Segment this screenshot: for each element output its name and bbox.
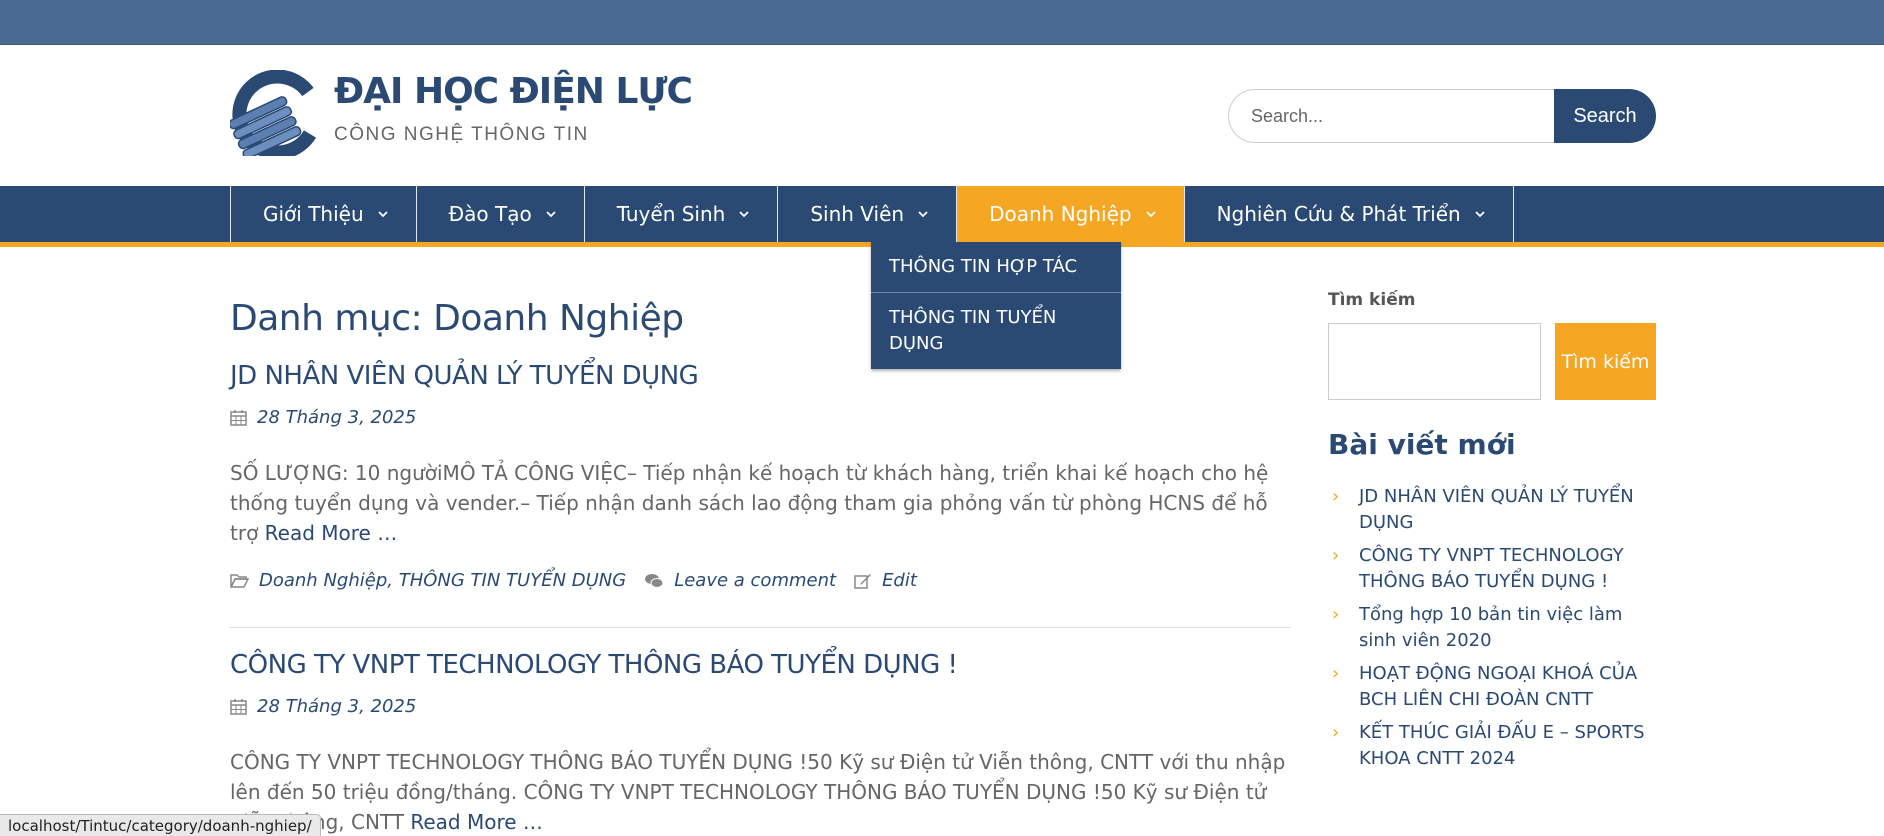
sidebar-search-input[interactable] [1328, 323, 1541, 400]
top-bar [0, 0, 1884, 45]
post-2: CÔNG TY VNPT TECHNOLOGY THÔNG BÁO TUYỂN … [230, 650, 1290, 836]
doanh-nghiep-dropdown: THÔNG TIN HỢP TÁC THÔNG TIN TUYỂN DỤNG [871, 242, 1121, 369]
arrow-right-icon: › [1332, 545, 1340, 566]
sidebar-search-button[interactable]: Tìm kiếm [1555, 323, 1656, 400]
recent-post-label: KẾT THÚC GIẢI ĐẤU E – SPORTS KHOA CNTT 2… [1359, 722, 1645, 769]
read-more-link[interactable]: Read More … [265, 521, 398, 545]
recent-post-item[interactable]: › JD NHÂN VIÊN QUẢN LÝ TUYỂN DỤNG [1328, 484, 1656, 536]
post-title-link[interactable]: JD NHÂN VIÊN QUẢN LÝ TUYỂN DỤNG [230, 361, 1290, 391]
nav-item-doanh-nghiep[interactable]: Doanh Nghiệp [957, 186, 1185, 242]
post-footer-meta: Doanh Nghiệp, THÔNG TIN TUYỂN DỤNG Leave… [230, 570, 1290, 591]
sidebar-search-label: Tìm kiếm [1328, 290, 1416, 310]
site-subtitle: CÔNG NGHỆ THÔNG TIN [334, 124, 589, 145]
recent-posts-list: › JD NHÂN VIÊN QUẢN LÝ TUYỂN DỤNG › CÔNG T… [1328, 484, 1656, 779]
search-input[interactable] [1228, 89, 1558, 143]
recent-post-item[interactable]: › Tổng hợp 10 bản tin việc làm sinh viên … [1328, 602, 1656, 654]
page-title: Danh mục: Doanh Nghiệp [230, 298, 684, 339]
post-date-text[interactable]: 28 Tháng 3, 2025 [257, 407, 416, 428]
post-excerpt-text: CÔNG TY VNPT TECHNOLOGY THÔNG BÁO TUYỂN … [230, 750, 1286, 834]
post-excerpt: CÔNG TY VNPT TECHNOLOGY THÔNG BÁO TUYỂN … [230, 747, 1290, 836]
nav-item-label: Sinh Viên [810, 202, 905, 226]
category-link[interactable]: Doanh Nghiệp [259, 570, 387, 591]
chevron-down-icon [1475, 211, 1485, 218]
folder-icon [230, 573, 249, 588]
search-button[interactable]: Search [1554, 89, 1656, 143]
recent-post-item[interactable]: › CÔNG TY VNPT TECHNOLOGY THÔNG BÁO TUYỂN… [1328, 543, 1656, 595]
chevron-down-icon [546, 211, 556, 218]
post-date: 28 Tháng 3, 2025 [230, 407, 1290, 428]
dropdown-item-tuyen-dung[interactable]: THÔNG TIN TUYỂN DỤNG [871, 293, 1121, 369]
chevron-down-icon [378, 211, 388, 218]
nav-item-gioi-thieu[interactable]: Giới Thiệu [231, 186, 417, 242]
recent-posts-heading: Bài viết mới [1328, 428, 1516, 461]
arrow-right-icon: › [1332, 486, 1340, 507]
header-search: Search [1228, 89, 1656, 143]
site-title[interactable]: ĐẠI HỌC ĐIỆN LỰC [334, 71, 693, 112]
nav-item-dao-tao[interactable]: Đào Tạo [417, 186, 585, 242]
chevron-down-icon [1145, 211, 1156, 218]
nav-item-label: Nghiên Cứu & Phát Triển [1216, 202, 1461, 226]
nav-item-label: Tuyển Sinh [616, 202, 726, 226]
post-title-link[interactable]: CÔNG TY VNPT TECHNOLOGY THÔNG BÁO TUYỂN … [230, 650, 1290, 680]
nav-item-sinh-vien[interactable]: Sinh Viên [778, 186, 958, 242]
comment-link[interactable]: Leave a comment [674, 570, 836, 591]
nav-item-tuyen-sinh[interactable]: Tuyển Sinh [585, 186, 779, 242]
arrow-right-icon: › [1332, 663, 1340, 684]
site-header: ĐẠI HỌC ĐIỆN LỰC CÔNG NGHỆ THÔNG TIN Sea… [0, 45, 1884, 186]
recent-post-label: Tổng hợp 10 bản tin việc làm sinh viên 2… [1359, 604, 1623, 651]
category-link[interactable]: THÔNG TIN TUYỂN DỤNG [399, 570, 627, 591]
edit-link[interactable]: Edit [882, 570, 917, 591]
calendar-icon [230, 699, 247, 715]
comments-icon [645, 573, 664, 588]
read-more-link[interactable]: Read More … [410, 810, 543, 834]
recent-post-label: HOẠT ĐỘNG NGOẠI KHOÁ CỦA BCH LIÊN CHI ĐO… [1359, 663, 1638, 710]
main-nav: Giới Thiệu Đào Tạo Tuyển Sinh Sinh Viên … [0, 186, 1884, 242]
browser-status-url: localhost/Tintuc/category/doanh-nghiep/ [0, 814, 321, 836]
chevron-down-icon [918, 211, 928, 218]
post-1: JD NHÂN VIÊN QUẢN LÝ TUYỂN DỤNG 28 Tháng… [230, 361, 1290, 591]
main-content: Danh mục: Doanh Nghiệp JD NHÂN VIÊN QUẢN… [230, 290, 1290, 836]
calendar-icon [230, 410, 247, 426]
nav-items: Giới Thiệu Đào Tạo Tuyển Sinh Sinh Viên … [230, 186, 1514, 242]
dropdown-item-hop-tac[interactable]: THÔNG TIN HỢP TÁC [871, 242, 1121, 293]
sidebar: Tìm kiếm Tìm kiếm Bài viết mới › JD NHÂN … [1328, 290, 1656, 769]
chevron-down-icon [739, 211, 749, 218]
post-separator [230, 627, 1290, 628]
edit-icon [854, 573, 872, 589]
recent-post-label: JD NHÂN VIÊN QUẢN LÝ TUYỂN DỤNG [1359, 486, 1634, 533]
logo-icon[interactable] [230, 70, 322, 156]
post-date-text[interactable]: 28 Tháng 3, 2025 [257, 696, 416, 717]
nav-item-label: Giới Thiệu [263, 202, 364, 226]
post-excerpt: SỐ LƯỢNG: 10 ngườiMÔ TẢ CÔNG VIỆC– Tiếp … [230, 458, 1290, 548]
nav-item-label: Doanh Nghiệp [989, 202, 1132, 226]
post-date: 28 Tháng 3, 2025 [230, 696, 1290, 717]
recent-post-label: CÔNG TY VNPT TECHNOLOGY THÔNG BÁO TUYỂN … [1359, 545, 1624, 592]
recent-post-item[interactable]: › KẾT THÚC GIẢI ĐẤU E – SPORTS KHOA CNTT … [1328, 720, 1656, 772]
nav-item-label: Đào Tạo [448, 202, 532, 226]
nav-item-nghien-cuu[interactable]: Nghiên Cứu & Phát Triển [1185, 186, 1514, 242]
arrow-right-icon: › [1332, 722, 1340, 743]
arrow-right-icon: › [1332, 604, 1340, 625]
recent-post-item[interactable]: › HOẠT ĐỘNG NGOẠI KHOÁ CỦA BCH LIÊN CHI Đ… [1328, 661, 1656, 713]
